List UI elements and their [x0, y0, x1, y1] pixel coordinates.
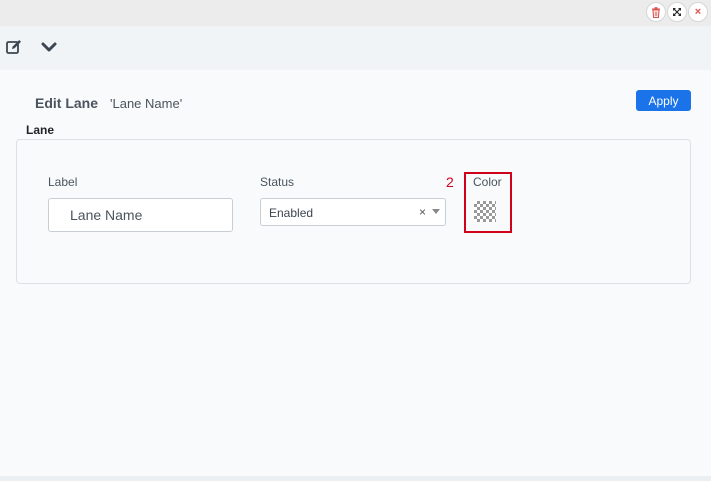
- status-select[interactable]: Enabled ×: [260, 198, 446, 226]
- toolbar: [0, 26, 711, 70]
- clear-icon[interactable]: ×: [419, 205, 426, 219]
- status-field-label: Status: [260, 175, 295, 189]
- label-input[interactable]: [48, 198, 233, 232]
- status-selected-value: Enabled: [269, 206, 314, 220]
- window-titlebar: ×: [0, 0, 711, 26]
- section-label: Lane: [26, 123, 55, 137]
- color-field-label: Color: [473, 175, 502, 189]
- delete-button[interactable]: [646, 2, 666, 22]
- bottom-border: [0, 476, 711, 481]
- label-field-label: Label: [48, 175, 78, 189]
- color-picker-swatch[interactable]: [474, 201, 496, 222]
- page-title: Edit Lane: [35, 95, 99, 111]
- annotation-number: 2: [446, 174, 454, 190]
- apply-button[interactable]: Apply: [636, 90, 691, 111]
- page-subtitle: 'Lane Name': [110, 96, 183, 111]
- close-icon: ×: [694, 5, 702, 18]
- chevron-down-icon[interactable]: [40, 38, 58, 56]
- close-button[interactable]: ×: [688, 2, 708, 22]
- caret-down-icon[interactable]: [432, 209, 440, 214]
- maximize-button[interactable]: [667, 2, 687, 22]
- expand-icon: [673, 8, 681, 16]
- edit-icon[interactable]: [5, 38, 23, 56]
- trash-icon: [652, 6, 660, 18]
